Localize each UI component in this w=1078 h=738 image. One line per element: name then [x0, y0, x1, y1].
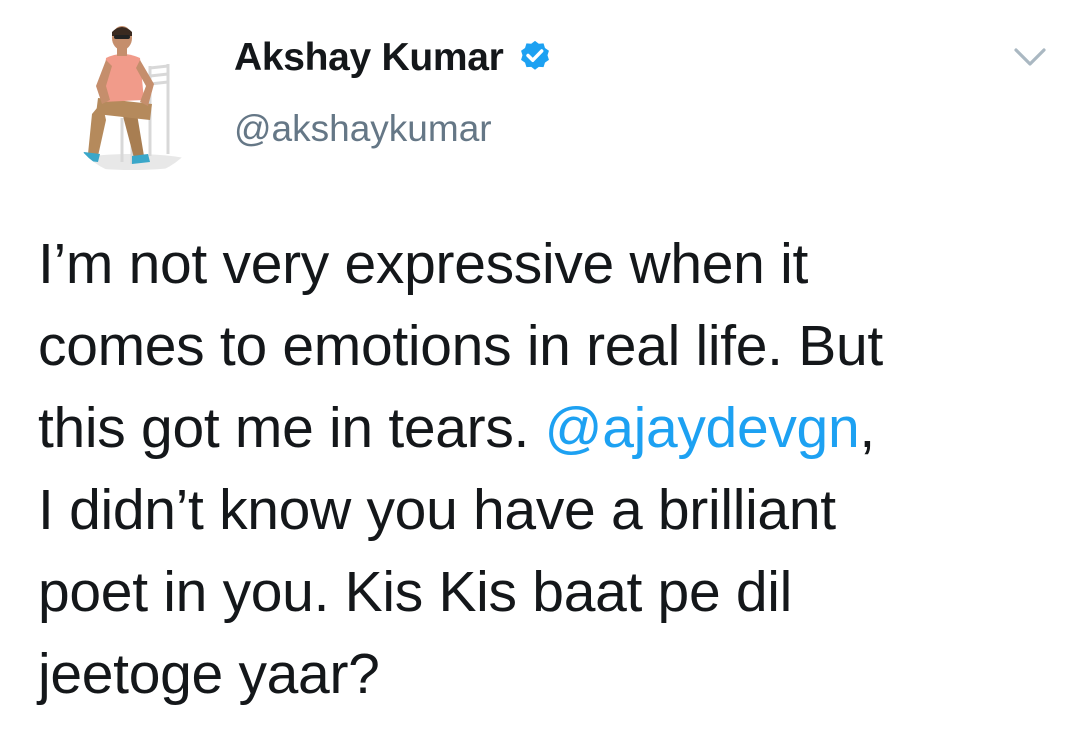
text-segment: I’m not very expressive when it	[38, 232, 808, 296]
chevron-down-icon[interactable]	[1010, 44, 1050, 70]
verified-badge-icon	[516, 39, 554, 77]
avatar[interactable]	[62, 16, 208, 176]
author-row: Akshay Kumar	[234, 34, 554, 82]
tweet-text-line: poet in you. Kis Kis baat pe dil	[38, 551, 1058, 633]
tweet-text-line: comes to emotions in real life. But	[38, 305, 1058, 387]
tweet-text-line: I didn’t know you have a brilliant	[38, 469, 1058, 551]
tweet-text-line: this got me in tears. @ajaydevgn,	[38, 387, 1058, 469]
mention-link[interactable]: @ajaydevgn	[545, 396, 860, 460]
text-segment: comes to emotions in real life. But	[38, 314, 883, 378]
display-name[interactable]: Akshay Kumar	[234, 36, 504, 80]
text-segment: jeetoge yaar?	[38, 642, 380, 706]
tweet-card: Akshay Kumar @akshaykumar I’m not very e…	[0, 0, 1078, 738]
user-handle[interactable]: @akshaykumar	[234, 108, 492, 150]
text-segment: this got me in tears.	[38, 396, 545, 460]
text-segment: ,	[859, 396, 875, 460]
tweet-text: I’m not very expressive when it comes to…	[38, 223, 1058, 715]
tweet-text-line: I’m not very expressive when it	[38, 223, 1058, 305]
tweet-text-line: jeetoge yaar?	[38, 633, 1058, 715]
text-segment: I didn’t know you have a brilliant	[38, 478, 836, 542]
text-segment: poet in you. Kis Kis baat pe dil	[38, 560, 793, 624]
